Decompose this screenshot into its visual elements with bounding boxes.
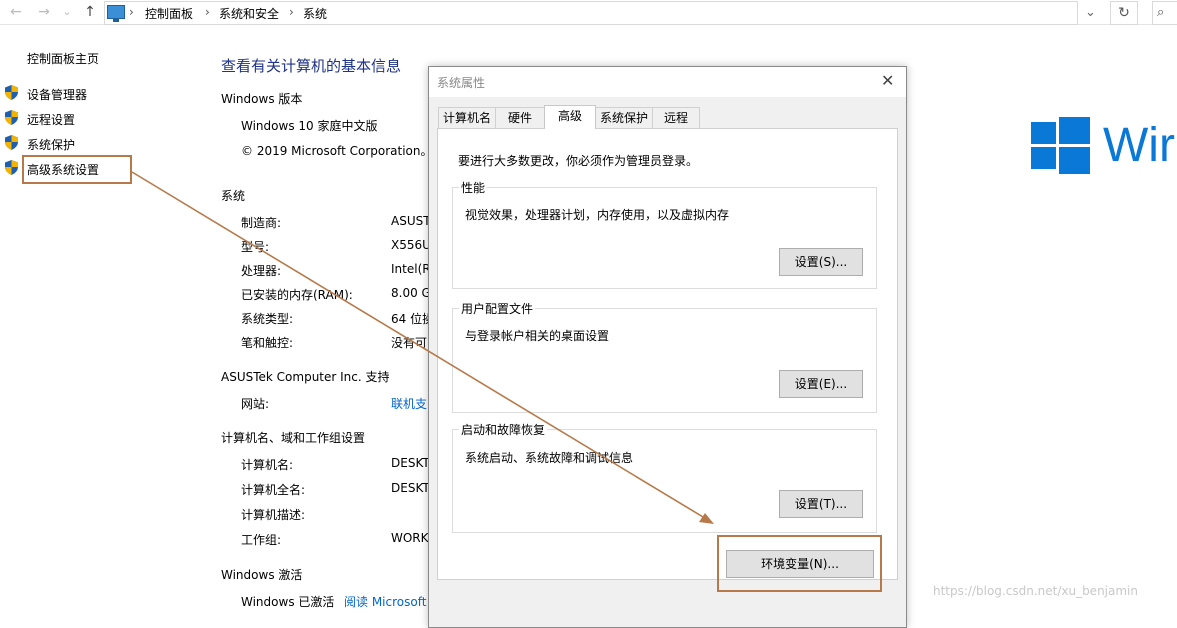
watermark: https://blog.csdn.net/xu_benjamin <box>933 584 1138 598</box>
tab-advanced[interactable]: 高级 <box>544 105 596 129</box>
annotation-arrow <box>131 171 714 524</box>
